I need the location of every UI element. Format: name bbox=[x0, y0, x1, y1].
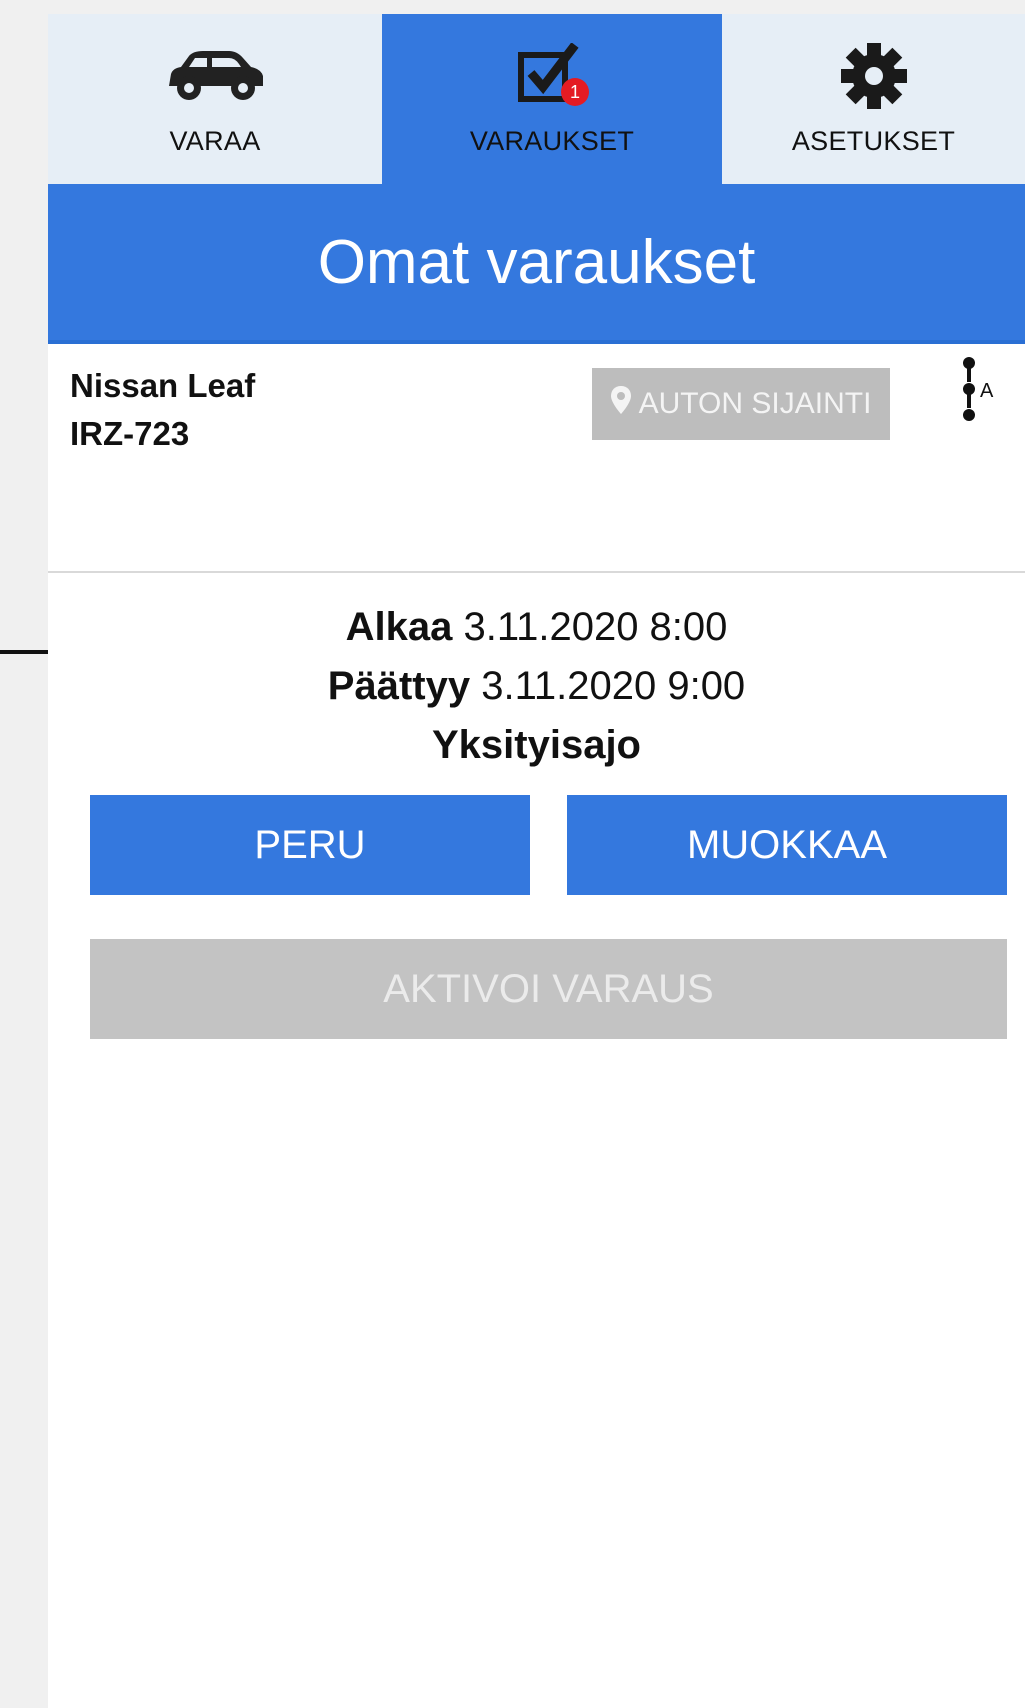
edit-button[interactable]: MUOKKAA bbox=[567, 795, 1007, 895]
activate-reservation-button[interactable]: AKTIVOI VARAUS bbox=[90, 939, 1007, 1039]
car-icon bbox=[163, 40, 267, 112]
top-strip bbox=[48, 0, 1025, 14]
menu-letter: A bbox=[980, 379, 994, 402]
end-label: Päättyy bbox=[327, 664, 471, 708]
more-options-menu[interactable]: A bbox=[962, 356, 1002, 426]
checkbox-icon: 1 bbox=[517, 40, 589, 112]
end-value: 3.11.2020 9:00 bbox=[481, 664, 746, 708]
cancel-button[interactable]: PERU bbox=[90, 795, 530, 895]
side-divider-line bbox=[0, 650, 48, 654]
page-title: Omat varaukset bbox=[317, 227, 756, 297]
car-plate: IRZ-723 bbox=[70, 415, 190, 452]
car-model: Nissan Leaf bbox=[70, 367, 256, 404]
app-screen: VARAA 1 VARAUKSET ASETUKSET Omat varauks… bbox=[48, 0, 1025, 1708]
start-time-row: Alkaa 3.11.2020 8:00 bbox=[48, 598, 1025, 657]
tab-varaa[interactable]: VARAA bbox=[48, 14, 382, 184]
end-time-row: Päättyy 3.11.2020 9:00 bbox=[48, 657, 1025, 716]
section-divider bbox=[48, 571, 1025, 573]
reservation-details: Alkaa 3.11.2020 8:00 Päättyy 3.11.2020 9… bbox=[48, 598, 1025, 775]
notification-badge: 1 bbox=[561, 78, 589, 106]
tab-asetukset-label: ASETUKSET bbox=[791, 126, 956, 156]
reservation-type-label: Yksityisajo bbox=[431, 723, 641, 767]
vertical-dots-icon bbox=[962, 356, 976, 427]
car-location-button[interactable]: AUTON SIJAINTI bbox=[592, 368, 890, 440]
tab-asetukset[interactable]: ASETUKSET bbox=[722, 14, 1025, 184]
map-pin-icon bbox=[610, 386, 631, 422]
tab-bar: VARAA 1 VARAUKSET ASETUKSET bbox=[48, 14, 1025, 184]
tab-varaukset-label: VARAUKSET bbox=[469, 126, 635, 156]
reservation-type: Yksityisajo bbox=[48, 716, 1025, 775]
tab-varaa-label: VARAA bbox=[169, 126, 261, 156]
start-value: 3.11.2020 8:00 bbox=[463, 605, 728, 649]
page-header: Omat varaukset bbox=[48, 184, 1025, 344]
car-location-label: AUTON SIJAINTI bbox=[638, 387, 872, 420]
tab-varaukset[interactable]: 1 VARAUKSET bbox=[382, 14, 722, 184]
start-label: Alkaa bbox=[345, 605, 453, 649]
gear-icon bbox=[839, 40, 909, 112]
car-info: Nissan Leaf IRZ-723 bbox=[70, 362, 255, 458]
